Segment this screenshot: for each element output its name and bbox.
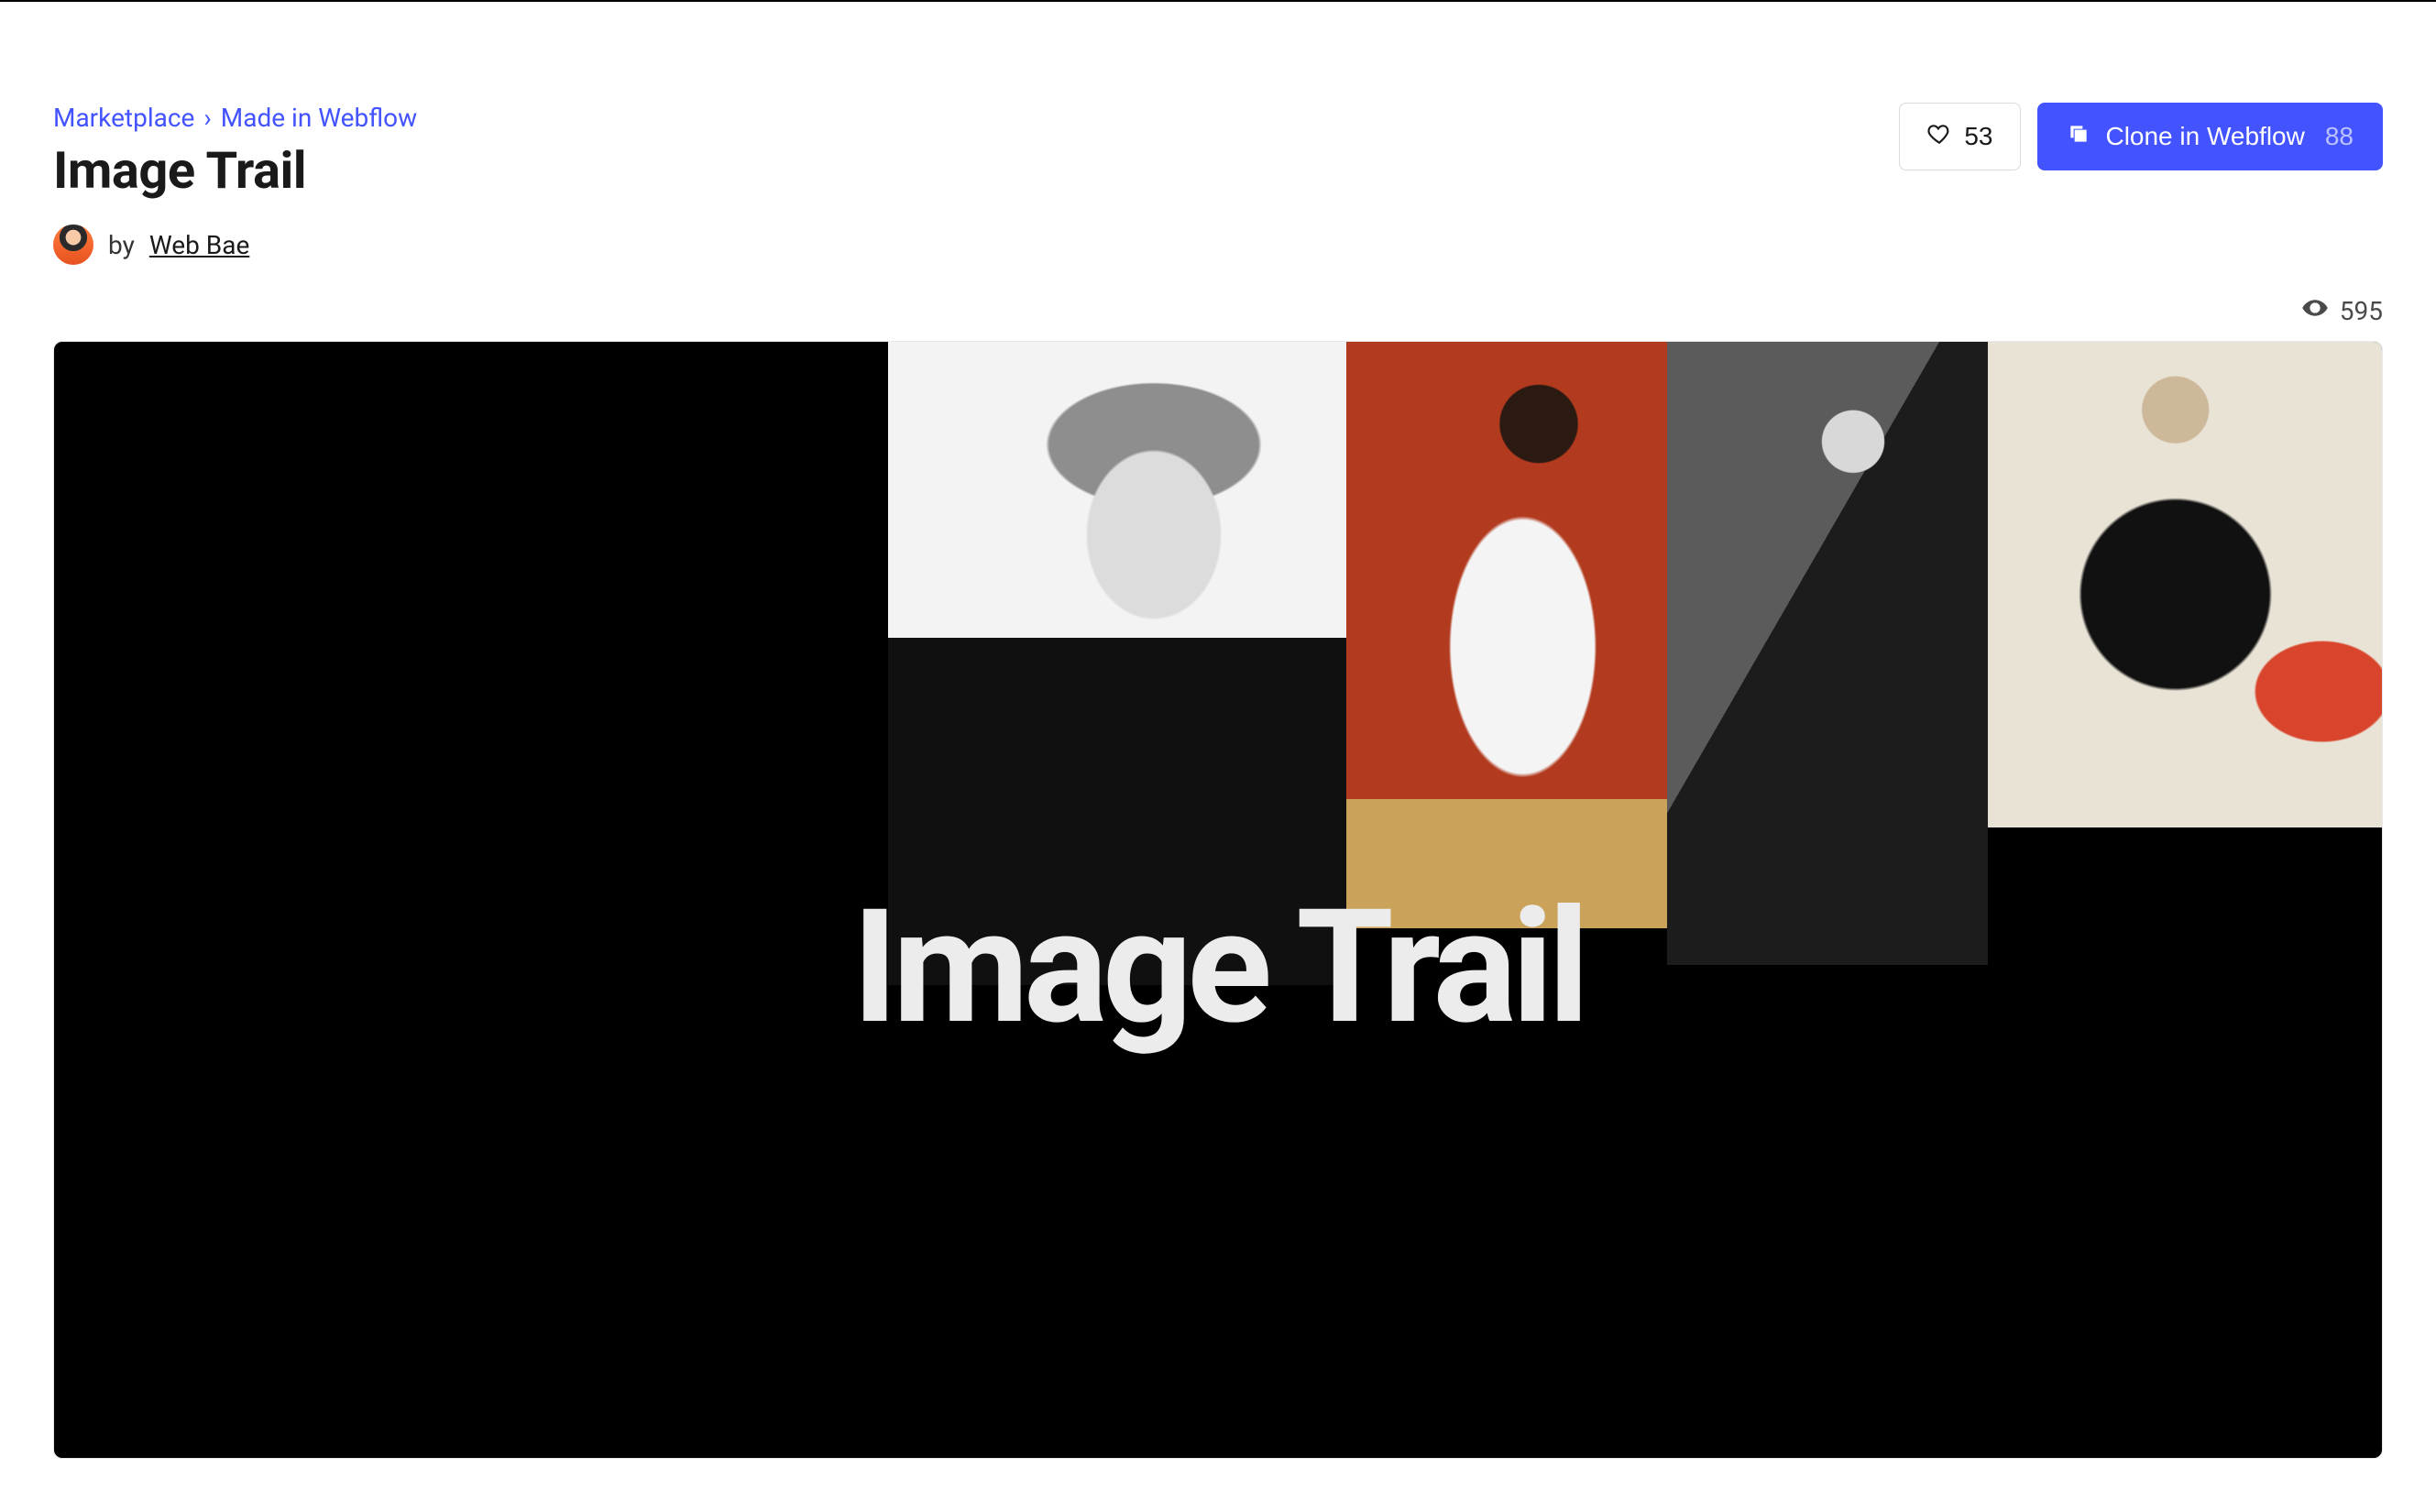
clone-label: Clone in Webflow xyxy=(2105,122,2304,151)
view-count: 595 xyxy=(2340,296,2383,326)
trail-image-2 xyxy=(1346,342,1667,928)
author-avatar[interactable] xyxy=(53,225,93,265)
breadcrumb-made-in-webflow[interactable]: Made in Webflow xyxy=(221,103,417,133)
clone-button[interactable]: Clone in Webflow 88 xyxy=(2037,103,2383,170)
trail-image-3 xyxy=(1667,342,1988,965)
breadcrumb-separator: › xyxy=(203,103,211,133)
heart-icon xyxy=(1927,122,1951,152)
breadcrumb-marketplace[interactable]: Marketplace xyxy=(53,103,194,133)
like-count: 53 xyxy=(1964,122,1992,151)
hero-overlay-title: Image Trail xyxy=(852,874,1585,1059)
breadcrumb: Marketplace › Made in Webflow xyxy=(53,103,417,133)
project-preview[interactable]: Image Trail xyxy=(53,341,2383,1459)
clone-count: 88 xyxy=(2325,122,2354,151)
author-link[interactable]: Web Bae xyxy=(149,230,249,260)
header-actions: 53 Clone in Webflow 88 xyxy=(1899,103,2383,170)
eye-icon xyxy=(2301,294,2329,328)
clone-icon xyxy=(2067,122,2090,152)
views-row: 595 xyxy=(53,294,2383,328)
byline-prefix: by xyxy=(108,230,135,260)
like-button[interactable]: 53 xyxy=(1899,103,2021,170)
byline: by Web Bae xyxy=(53,225,417,265)
page-title: Image Trail xyxy=(53,140,417,201)
trail-image-4 xyxy=(1988,342,2383,827)
